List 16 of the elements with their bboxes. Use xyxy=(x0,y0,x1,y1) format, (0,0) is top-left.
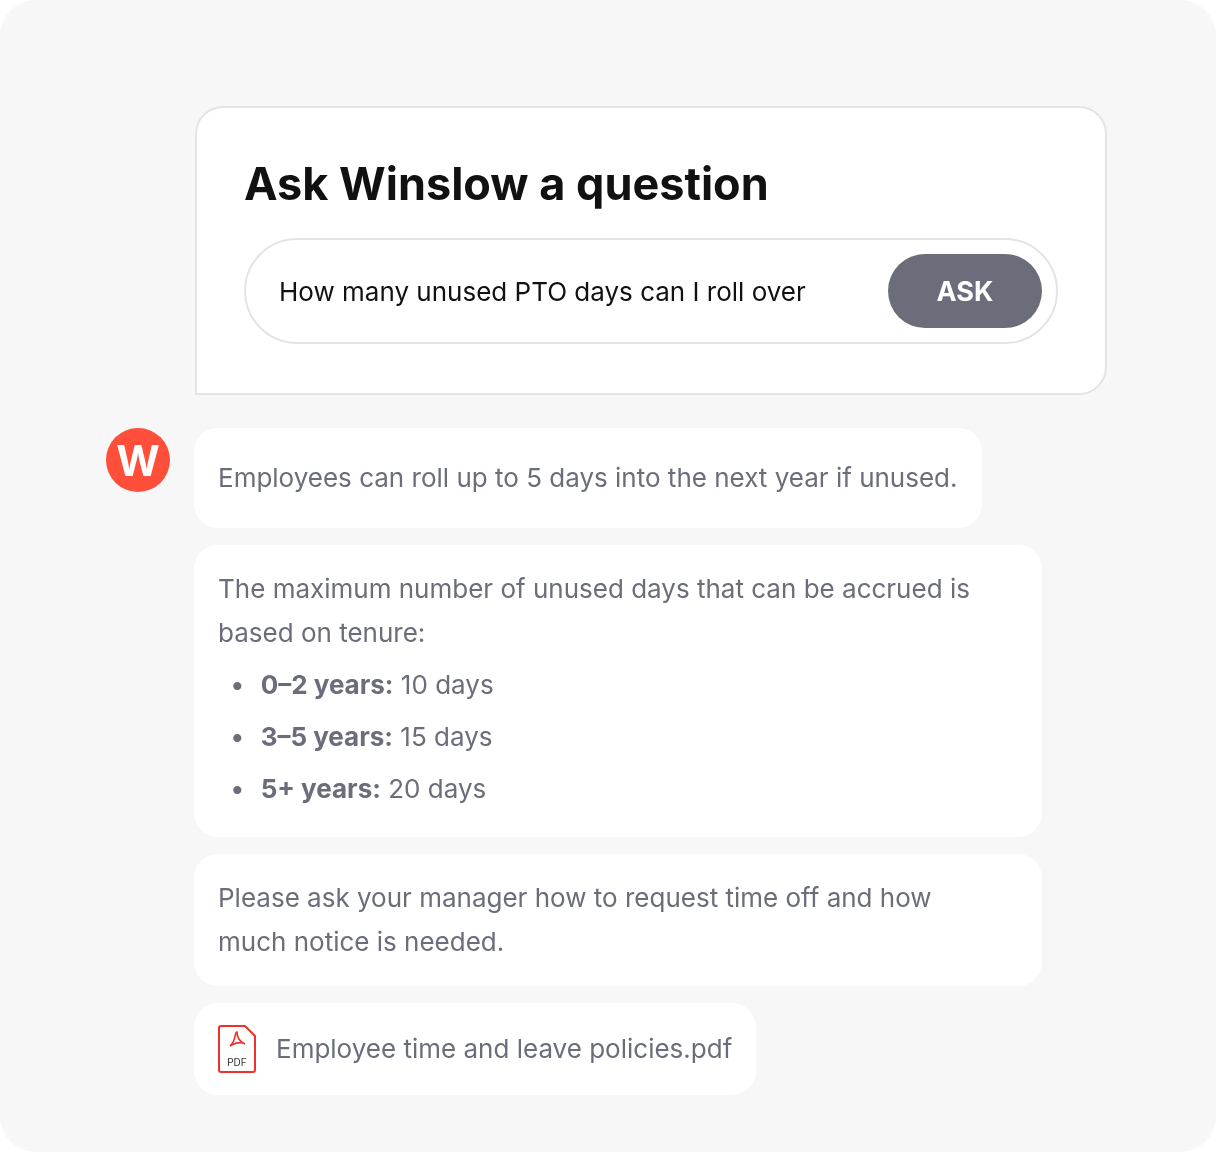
list-item: 5+ years: 20 days xyxy=(260,772,487,806)
ask-button[interactable]: ASK xyxy=(888,254,1042,328)
message-text: The maximum number of unused days that can be accrued is based on tenure: xyxy=(218,572,971,650)
message-text: Please ask your manager how to request time off and how much notice is needed. xyxy=(218,881,933,959)
file-attachment[interactable]: PDF Employee time and leave policies.pdf xyxy=(194,1003,757,1095)
question-field[interactable]: How many unused PTO days can I roll over ASK xyxy=(244,238,1058,344)
bullet: • xyxy=(230,668,245,702)
file-name: Employee time and leave policies.pdf xyxy=(276,1032,733,1066)
bullet: • xyxy=(230,720,245,754)
list-item: 0–2 years: 10 days xyxy=(260,668,494,702)
pdf-file-icon: PDF xyxy=(218,1025,256,1073)
bullet: • xyxy=(230,772,245,806)
list-item: 3–5 years: 15 days xyxy=(260,720,493,754)
assistant-avatar: W xyxy=(106,428,170,492)
card-title: Ask Winslow a question xyxy=(244,156,770,212)
message-text: Employees can roll up to 5 days into the next year if unused. xyxy=(218,461,958,495)
